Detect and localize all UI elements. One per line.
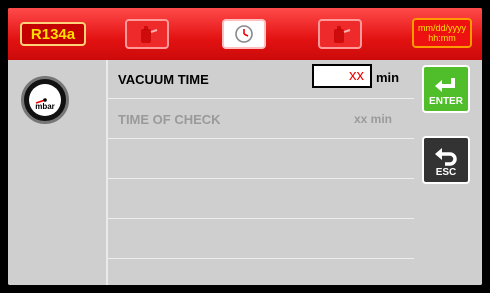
- gauge-unit-label: mbar: [35, 102, 55, 111]
- vacuum-time-label: VACUUM TIME: [118, 72, 209, 87]
- tab-charge[interactable]: [318, 19, 362, 49]
- row-vacuum-time[interactable]: VACUUM TIME xx min: [108, 60, 414, 99]
- top-bar: R134a mm/dd/yyyy hh:mm: [8, 8, 482, 60]
- vacuum-time-input[interactable]: xx: [312, 64, 372, 88]
- parameter-list: VACUUM TIME xx min TIME OF CHECK xx min: [108, 60, 414, 285]
- tab-vacuum[interactable]: [222, 19, 266, 49]
- cylinder-icon: [141, 26, 158, 43]
- empty-row: [108, 140, 414, 179]
- enter-label: ENTER: [429, 96, 463, 107]
- tab-recovery[interactable]: [125, 19, 169, 49]
- clock-icon: [235, 25, 253, 43]
- date-time-display: mm/dd/yyyy hh:mm: [412, 18, 472, 48]
- empty-row: [108, 180, 414, 219]
- date-text: mm/dd/yyyy: [417, 23, 466, 33]
- vacuum-gauge-icon: mbar: [21, 76, 69, 124]
- time-of-check-label: TIME OF CHECK: [118, 112, 221, 127]
- cylinder-icon: [334, 26, 351, 43]
- left-panel: mbar: [8, 60, 108, 285]
- row-time-of-check[interactable]: TIME OF CHECK xx min: [108, 100, 414, 139]
- right-panel: ENTER ESC: [416, 60, 482, 285]
- refrigerant-badge: R134a: [20, 22, 86, 46]
- vacuum-time-unit: min: [376, 70, 400, 85]
- esc-button[interactable]: ESC: [422, 136, 470, 184]
- gauge-face: mbar: [29, 84, 61, 116]
- back-arrow-icon: [435, 148, 457, 166]
- time-of-check-value: xx min: [354, 112, 393, 126]
- time-text: hh:mm: [428, 33, 456, 43]
- esc-label: ESC: [435, 167, 457, 178]
- enter-arrow-icon: [435, 78, 455, 92]
- screen: R134a mm/dd/yyyy hh:mm mbar VACUUM TIME …: [8, 8, 482, 285]
- empty-row: [108, 220, 414, 259]
- enter-button[interactable]: ENTER: [422, 65, 470, 113]
- gauge-needle: [35, 98, 47, 104]
